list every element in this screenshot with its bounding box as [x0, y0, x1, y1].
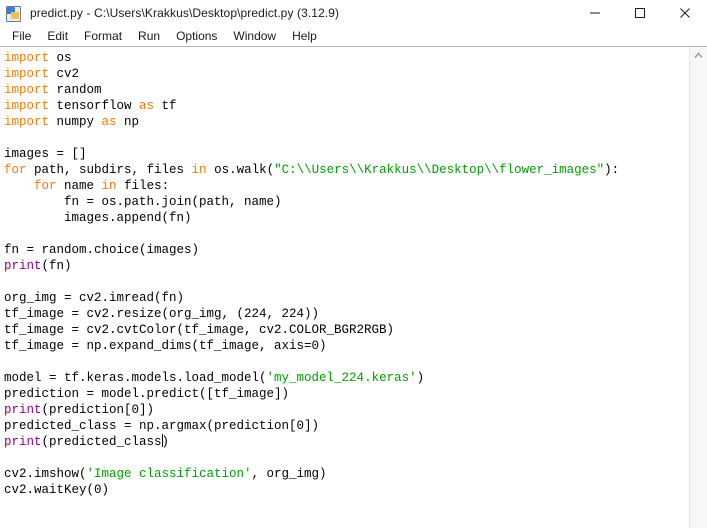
menu-item-run[interactable]: Run	[130, 27, 168, 46]
close-icon	[679, 8, 690, 18]
window-title: predict.py - C:\Users\Krakkus\Desktop\pr…	[30, 6, 340, 20]
maximize-icon	[634, 8, 645, 18]
menu-item-window[interactable]: Window	[225, 27, 284, 46]
title-bar: predict.py - C:\Users\Krakkus\Desktop\pr…	[0, 0, 707, 26]
scroll-up-button[interactable]	[690, 47, 707, 64]
menu-item-options[interactable]: Options	[168, 27, 225, 46]
close-button[interactable]	[662, 0, 707, 26]
python-idle-icon	[6, 5, 22, 22]
window-controls	[572, 0, 707, 26]
editor-region: import os import cv2 import random impor…	[0, 47, 707, 528]
code-text-area[interactable]: import os import cv2 import random impor…	[0, 47, 689, 528]
menu-bar: File Edit Format Run Options Window Help	[0, 26, 707, 47]
vertical-scrollbar[interactable]	[689, 47, 707, 528]
idle-editor-window: predict.py - C:\Users\Krakkus\Desktop\pr…	[0, 0, 707, 528]
menu-item-format[interactable]: Format	[76, 27, 130, 46]
minimize-icon	[589, 12, 600, 14]
maximize-button[interactable]	[617, 0, 662, 26]
menu-item-file[interactable]: File	[4, 27, 39, 46]
minimize-button[interactable]	[572, 0, 617, 26]
menu-item-help[interactable]: Help	[284, 27, 325, 46]
chevron-up-icon	[694, 52, 703, 58]
menu-item-edit[interactable]: Edit	[39, 27, 76, 46]
source-code[interactable]: import os import cv2 import random impor…	[4, 50, 689, 498]
